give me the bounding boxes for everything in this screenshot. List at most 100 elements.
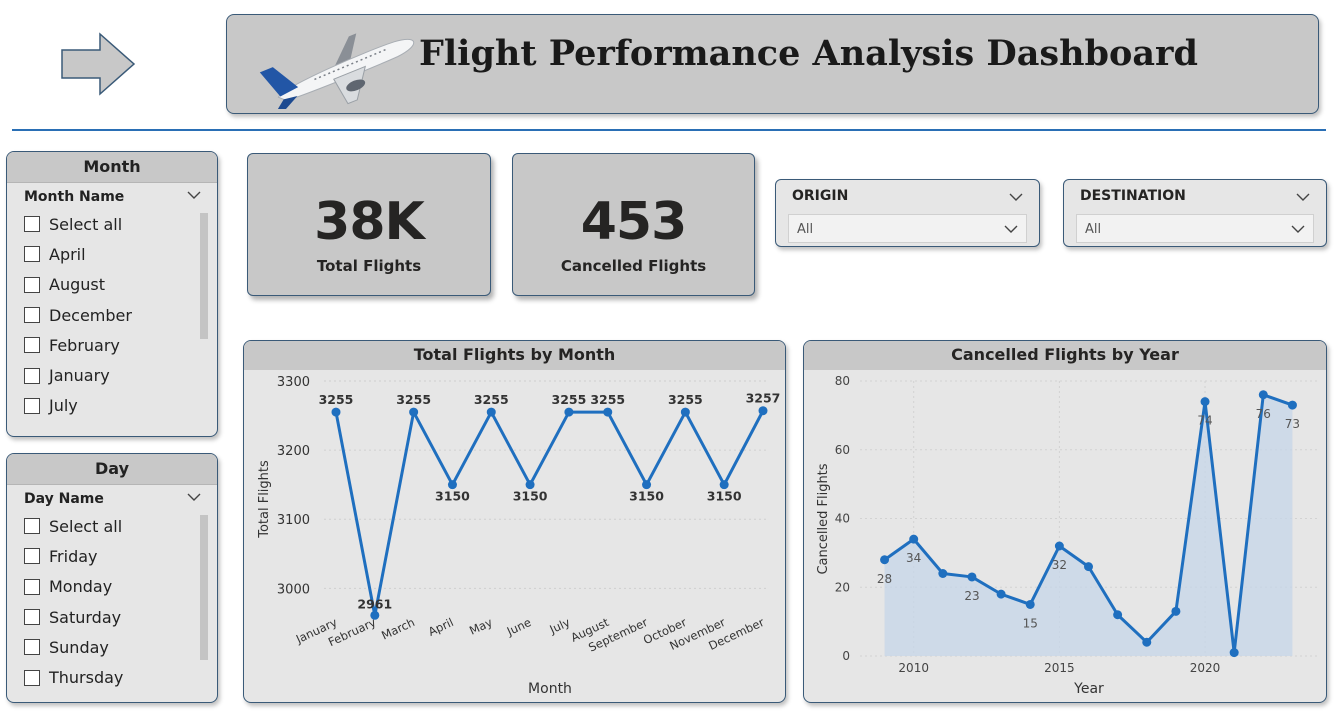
month-option-december[interactable]: December [24,300,217,330]
month-name-dropdown[interactable]: Month Name [7,183,217,209]
scrollbar[interactable] [200,213,208,339]
data-point [967,572,977,582]
origin-select-value: All [797,222,814,237]
data-label: 3255 [319,392,354,407]
day-option-friday[interactable]: Friday [24,541,217,571]
chevron-down-icon[interactable] [187,492,201,502]
option-label: Select all [49,214,123,234]
kpi-card-cancelled-flights: 453 Cancelled Flights [512,153,755,296]
month-option-january[interactable]: January [24,360,217,390]
origin-filter[interactable]: ORIGIN All [775,179,1040,247]
data-point [1084,562,1093,572]
month-option-july[interactable]: July [24,391,217,421]
x-tick-label: March [379,615,417,643]
day-option-sunday[interactable]: Sunday [24,632,217,662]
data-label: 73 [1285,417,1300,431]
option-label: Monday [49,577,113,597]
month-option-august[interactable]: August [24,270,217,300]
option-label: December [49,305,132,325]
data-point [409,407,419,417]
option-label: Thursday [49,668,124,688]
data-point [603,407,613,417]
day-option-thursday[interactable]: Thursday [24,662,217,692]
data-point [486,407,496,417]
month-name-label: Month Name [24,189,125,205]
y-axis-label: Total Flights [257,460,272,539]
kpi-label: Cancelled Flights [560,257,707,275]
day-name-dropdown[interactable]: Day Name [7,485,217,511]
data-label: 3150 [629,489,664,504]
y-tick-label: 40 [835,512,850,526]
x-axis-label: Year [1073,681,1104,697]
kpi-value: 453 [580,192,688,252]
day-slicer[interactable]: Day Day Name Select all Friday Monday Sa… [6,453,218,703]
checkbox[interactable] [24,276,40,293]
data-point [1113,610,1123,620]
checkbox[interactable] [24,518,40,535]
destination-filter[interactable]: DESTINATION All [1063,179,1327,247]
right-arrow-icon[interactable] [60,32,136,96]
scrollbar[interactable] [200,515,208,660]
y-tick-label: 3100 [277,513,310,528]
chevron-down-icon[interactable] [1009,192,1023,202]
chevron-down-icon[interactable] [187,190,201,200]
option-label: Friday [49,546,98,566]
destination-select[interactable]: All [1076,214,1314,243]
month-slicer-title: Month [7,152,217,183]
area-chart: 0 20 40 60 80 2010 2015 2020 Cancelled Flights Ye… [816,374,1317,697]
month-option-april[interactable]: April [24,239,217,269]
day-option-select-all[interactable]: Select all [24,511,217,541]
destination-select-value: All [1085,222,1102,237]
x-tick-label: April [426,615,456,639]
option-label: Select all [49,516,123,536]
airplane-icon [259,33,415,109]
checkbox[interactable] [24,669,40,686]
y-tick-label: 3200 [277,444,310,459]
month-slicer[interactable]: Month Month Name Select all April August… [6,151,218,437]
chevron-down-icon[interactable] [1004,224,1018,234]
chevron-down-icon[interactable] [1291,224,1305,234]
data-label: 3255 [668,392,703,407]
data-point [909,534,919,544]
data-label: 15 [1023,616,1038,630]
data-point [1287,400,1297,410]
x-tick-label: 2020 [1190,661,1221,675]
data-label: 74 [1197,414,1212,428]
data-point [331,407,341,417]
checkbox[interactable] [24,639,40,656]
checkbox[interactable] [24,609,40,626]
month-list: Select all April August December Februar… [7,209,217,421]
data-label: 32 [1052,558,1067,572]
data-label: 3257 [746,391,781,406]
data-point [938,569,948,578]
option-label: August [49,275,105,295]
checkbox[interactable] [24,548,40,565]
checkbox[interactable] [24,307,40,324]
day-list: Select all Friday Monday Saturday Sunday… [7,511,217,693]
option-label: January [49,366,110,386]
checkbox[interactable] [24,246,40,263]
kpi-value: 38K [314,192,425,252]
data-label: 3150 [707,489,742,504]
chart-cancelled-flights-by-year: Cancelled Flights by Year 0 20 40 60 80 2010 2… [803,340,1327,703]
origin-select[interactable]: All [788,214,1027,243]
origin-filter-label: ORIGIN [792,188,849,204]
chevron-down-icon[interactable] [1296,192,1310,202]
checkbox[interactable] [24,397,40,414]
checkbox[interactable] [24,578,40,595]
checkbox[interactable] [24,216,40,233]
data-label: 28 [877,572,892,586]
month-option-february[interactable]: February [24,330,217,360]
day-option-saturday[interactable]: Saturday [24,602,217,632]
checkbox[interactable] [24,337,40,354]
kpi-card-total-flights: 38K Total Flights [247,153,491,296]
data-point [758,406,768,416]
data-point [1200,397,1210,407]
data-point [1171,606,1181,616]
month-option-select-all[interactable]: Select all [24,209,217,239]
header-divider [12,129,1326,131]
checkbox[interactable] [24,367,40,384]
x-tick-label: May [467,615,495,638]
data-label: 3255 [396,392,431,407]
day-option-monday[interactable]: Monday [24,572,217,602]
